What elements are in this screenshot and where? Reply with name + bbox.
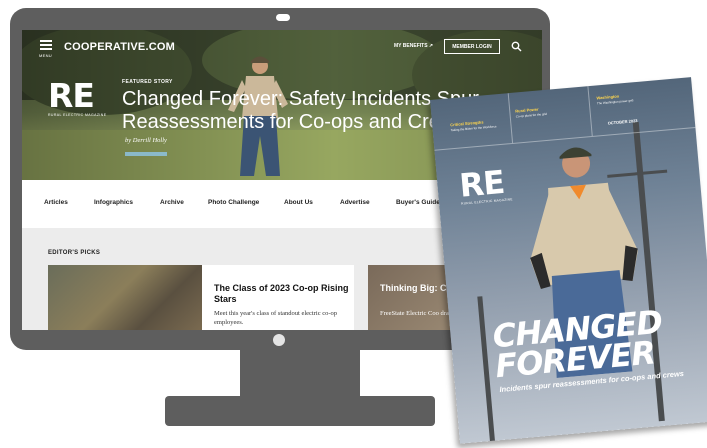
pick-card[interactable]: The Class of 2023 Co-op Rising Stars Mee… bbox=[202, 265, 354, 330]
card-description: Meet this year's class of standout elect… bbox=[214, 310, 338, 326]
search-icon[interactable] bbox=[511, 41, 522, 52]
nav-infographics[interactable]: Infographics bbox=[94, 199, 133, 206]
my-benefits-link[interactable]: MY BENEFITS ↗ bbox=[394, 43, 433, 49]
menu-label: MENU bbox=[39, 53, 52, 58]
re-magazine-logo: RE bbox=[48, 76, 95, 115]
featured-byline: by Derrill Holly bbox=[125, 137, 167, 144]
card-image[interactable] bbox=[48, 265, 202, 330]
card-title[interactable]: The Class of 2023 Co-op Rising Stars bbox=[214, 283, 349, 305]
nav-archive[interactable]: Archive bbox=[160, 199, 184, 206]
member-login-button[interactable]: MEMBER LOGIN bbox=[444, 39, 500, 54]
featured-story-label: FEATURED STORY bbox=[122, 79, 173, 85]
re-logo-subtitle: RURAL ELECTRIC MAGAZINE bbox=[48, 113, 107, 117]
site-logo[interactable]: COOPERATIVE.COM bbox=[64, 41, 175, 53]
monitor-base bbox=[165, 396, 435, 426]
issue-date: OCTOBER 2023 bbox=[607, 118, 638, 126]
nav-articles[interactable]: Articles bbox=[44, 199, 68, 206]
magazine-headline: CHANGED FOREVER bbox=[491, 303, 666, 386]
nav-buyers-guide[interactable]: Buyer's Guide bbox=[396, 199, 440, 206]
magazine-cover: Critical Strengths Taking the Biden for … bbox=[430, 77, 707, 444]
nav-photo-challenge[interactable]: Photo Challenge bbox=[208, 199, 259, 206]
editors-picks-label: EDITOR'S PICKS bbox=[48, 250, 101, 256]
read-more-link[interactable] bbox=[125, 152, 167, 156]
camera-icon bbox=[276, 14, 290, 21]
nav-advertise[interactable]: Advertise bbox=[340, 199, 370, 206]
menu-button[interactable]: MENU bbox=[39, 40, 54, 62]
my-benefits-label: MY BENEFITS bbox=[394, 43, 428, 49]
magazine-logo: RE bbox=[457, 162, 506, 205]
arrow-icon: ↗ bbox=[428, 43, 434, 49]
power-button-icon bbox=[273, 334, 285, 346]
monitor-stand bbox=[240, 350, 360, 398]
nav-about-us[interactable]: About Us bbox=[284, 199, 313, 206]
